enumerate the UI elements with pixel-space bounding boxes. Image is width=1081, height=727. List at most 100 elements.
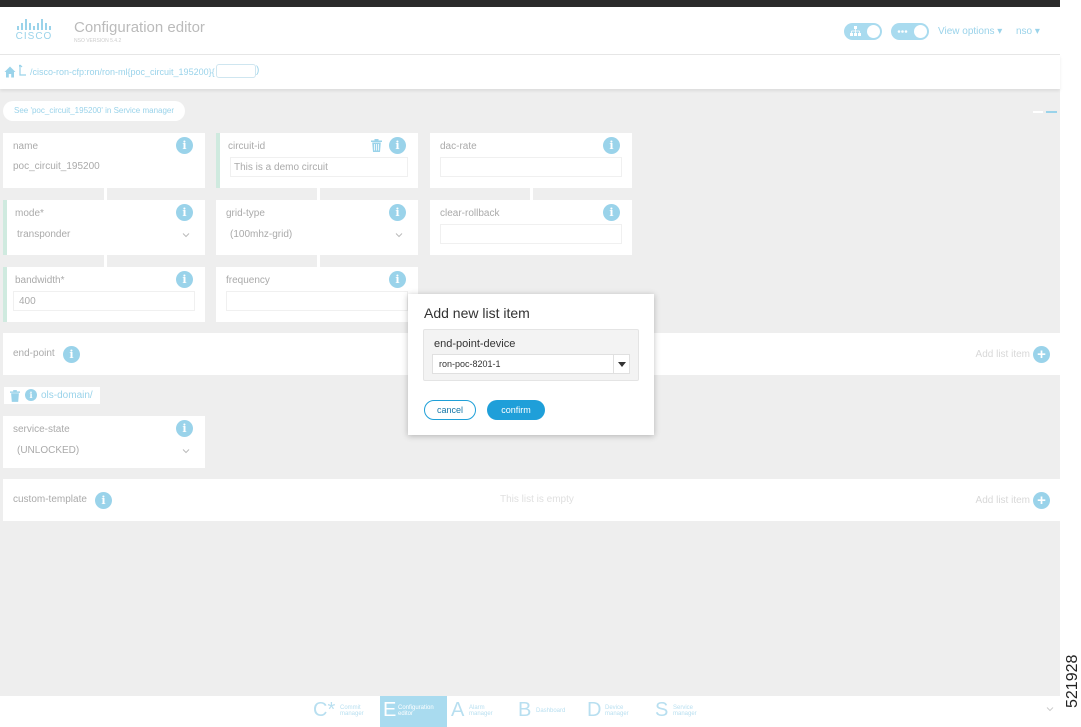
field-label: circuit-id	[228, 141, 266, 152]
nav-service-manager[interactable]: S Service manager	[655, 696, 715, 727]
scroll-indicator	[1033, 101, 1057, 113]
add-icon[interactable]: +	[1033, 346, 1050, 363]
view-options-menu[interactable]: View options ▾	[938, 26, 1002, 37]
info-icon[interactable]: i	[603, 137, 620, 154]
chevron-down-icon[interactable]	[181, 443, 191, 454]
nav-alarm-manager[interactable]: A Alarm manager	[451, 696, 511, 727]
nav-label: Dashboard	[536, 708, 566, 714]
nav-letter: E	[383, 699, 397, 721]
info-icon[interactable]: i	[176, 137, 193, 154]
nav-label: Service manager	[673, 705, 697, 717]
mode-select[interactable]: transponder	[17, 229, 70, 240]
field-label: service-state	[13, 424, 70, 435]
path-close: )	[256, 65, 260, 76]
field-frequency: frequency i	[216, 267, 418, 322]
field-service-state: service-state i (UNLOCKED)	[3, 416, 205, 468]
info-icon[interactable]: i	[176, 204, 193, 221]
path-key-input[interactable]	[216, 64, 256, 78]
ols-domain-link[interactable]: i ols-domain/	[4, 387, 100, 404]
nav-commit-manager[interactable]: C* Commit manager	[313, 696, 379, 727]
nav-letter: C*	[313, 699, 336, 721]
trash-icon[interactable]	[10, 389, 21, 402]
bottom-nav: C* Commit manager E Configuration editor…	[0, 696, 1060, 727]
info-icon[interactable]: i	[176, 420, 193, 437]
service-state-select[interactable]: (UNLOCKED)	[17, 445, 79, 456]
add-icon[interactable]: +	[1033, 492, 1050, 509]
field-label: frequency	[226, 275, 270, 286]
clear-rollback-input[interactable]	[440, 224, 622, 244]
confirm-button[interactable]: confirm	[487, 400, 545, 420]
page-title: Configuration editor	[74, 19, 205, 36]
info-icon[interactable]: i	[25, 389, 37, 401]
empty-list-message: This list is empty	[500, 494, 574, 505]
dropdown-arrow-icon[interactable]	[613, 355, 629, 373]
trash-icon[interactable]	[371, 139, 382, 152]
home-icon[interactable]	[4, 65, 16, 78]
topology-toggle[interactable]	[844, 23, 882, 40]
chevron-down-icon[interactable]	[181, 227, 191, 238]
nav-label: Device manager	[605, 705, 629, 717]
user-menu[interactable]: nso ▾	[1016, 26, 1040, 37]
select-value: ron-poc-8201-1	[439, 359, 501, 369]
add-list-item-link[interactable]: Add list item	[976, 495, 1030, 506]
nav-label: Commit manager	[340, 705, 364, 717]
info-icon[interactable]: i	[63, 346, 80, 363]
field-label: clear-rollback	[440, 208, 500, 219]
custom-template-section: custom-template i This list is empty Add…	[3, 479, 1060, 521]
chevron-down-icon[interactable]	[394, 227, 404, 238]
logo-text: CISCO	[15, 31, 53, 42]
chevron-down-icon[interactable]	[1045, 700, 1055, 712]
dots-toggle[interactable]	[891, 23, 929, 40]
nav-device-manager[interactable]: D Device manager	[587, 696, 647, 727]
info-icon[interactable]: i	[603, 204, 620, 221]
dac-rate-input[interactable]	[440, 157, 622, 177]
info-icon[interactable]: i	[389, 204, 406, 221]
field-label: dac-rate	[440, 141, 477, 152]
breadcrumb: /cisco-ron-cfp:ron/ron-ml{poc_circuit_19…	[0, 55, 1060, 89]
field-label: end-point-device	[434, 338, 516, 350]
end-point-device-field: end-point-device ron-poc-8201-1	[423, 329, 639, 381]
nav-letter: B	[518, 699, 532, 721]
field-dac-rate: dac-rate i	[430, 133, 632, 188]
section-label: end-point	[13, 348, 55, 359]
service-manager-link[interactable]: See 'poc_circuit_195200' in Service mana…	[3, 101, 186, 121]
info-icon[interactable]: i	[176, 271, 193, 288]
cisco-logo: CISCO	[12, 19, 56, 45]
path-text[interactable]: /cisco-ron-cfp:ron/ron-ml{poc_circuit_19…	[30, 67, 215, 77]
nav-configuration-editor[interactable]: E Configuration editor	[380, 696, 447, 727]
cancel-button[interactable]: cancel	[424, 400, 476, 420]
info-icon[interactable]: i	[95, 492, 112, 509]
field-label: name	[13, 141, 39, 152]
top-strip	[0, 0, 1060, 7]
app: CISCO Configuration editor NSO VERSION 5…	[0, 7, 1060, 727]
field-label: grid-type	[226, 208, 265, 219]
bandwidth-input[interactable]	[13, 291, 195, 311]
field-name: name i poc_circuit_195200	[3, 133, 205, 188]
topology-icon	[850, 26, 861, 40]
field-clear-rollback: clear-rollback i	[430, 200, 632, 255]
field-grid-type: grid-type i (100mhz-grid)	[216, 200, 418, 255]
field-value[interactable]: poc_circuit_195200	[13, 161, 100, 172]
field-mode: mode* i transponder	[3, 200, 205, 255]
field-label: bandwidth*	[15, 275, 65, 286]
connector	[530, 188, 533, 200]
connector	[104, 188, 107, 200]
frequency-input[interactable]	[226, 291, 408, 311]
figure-id: 521928	[1064, 654, 1081, 708]
field-value: 400	[19, 296, 36, 307]
connector	[317, 188, 320, 200]
up-level-icon[interactable]	[17, 64, 27, 79]
nav-label: Alarm manager	[469, 705, 493, 717]
grid-type-select[interactable]: (100mhz-grid)	[230, 229, 292, 240]
field-circuit-id: circuit-id i This is a demo circuit	[216, 133, 418, 188]
nav-letter: A	[451, 699, 465, 721]
info-icon[interactable]: i	[389, 137, 406, 154]
field-label: mode*	[15, 208, 44, 219]
end-point-device-select[interactable]: ron-poc-8201-1	[432, 354, 630, 374]
add-list-item-link[interactable]: Add list item	[976, 349, 1030, 360]
nav-label: Configuration editor	[398, 705, 434, 717]
info-icon[interactable]: i	[389, 271, 406, 288]
add-list-item-dialog: Add new list item end-point-device ron-p…	[408, 294, 654, 435]
section-label: custom-template	[13, 494, 87, 505]
nav-dashboard[interactable]: B Dashboard	[518, 696, 580, 727]
